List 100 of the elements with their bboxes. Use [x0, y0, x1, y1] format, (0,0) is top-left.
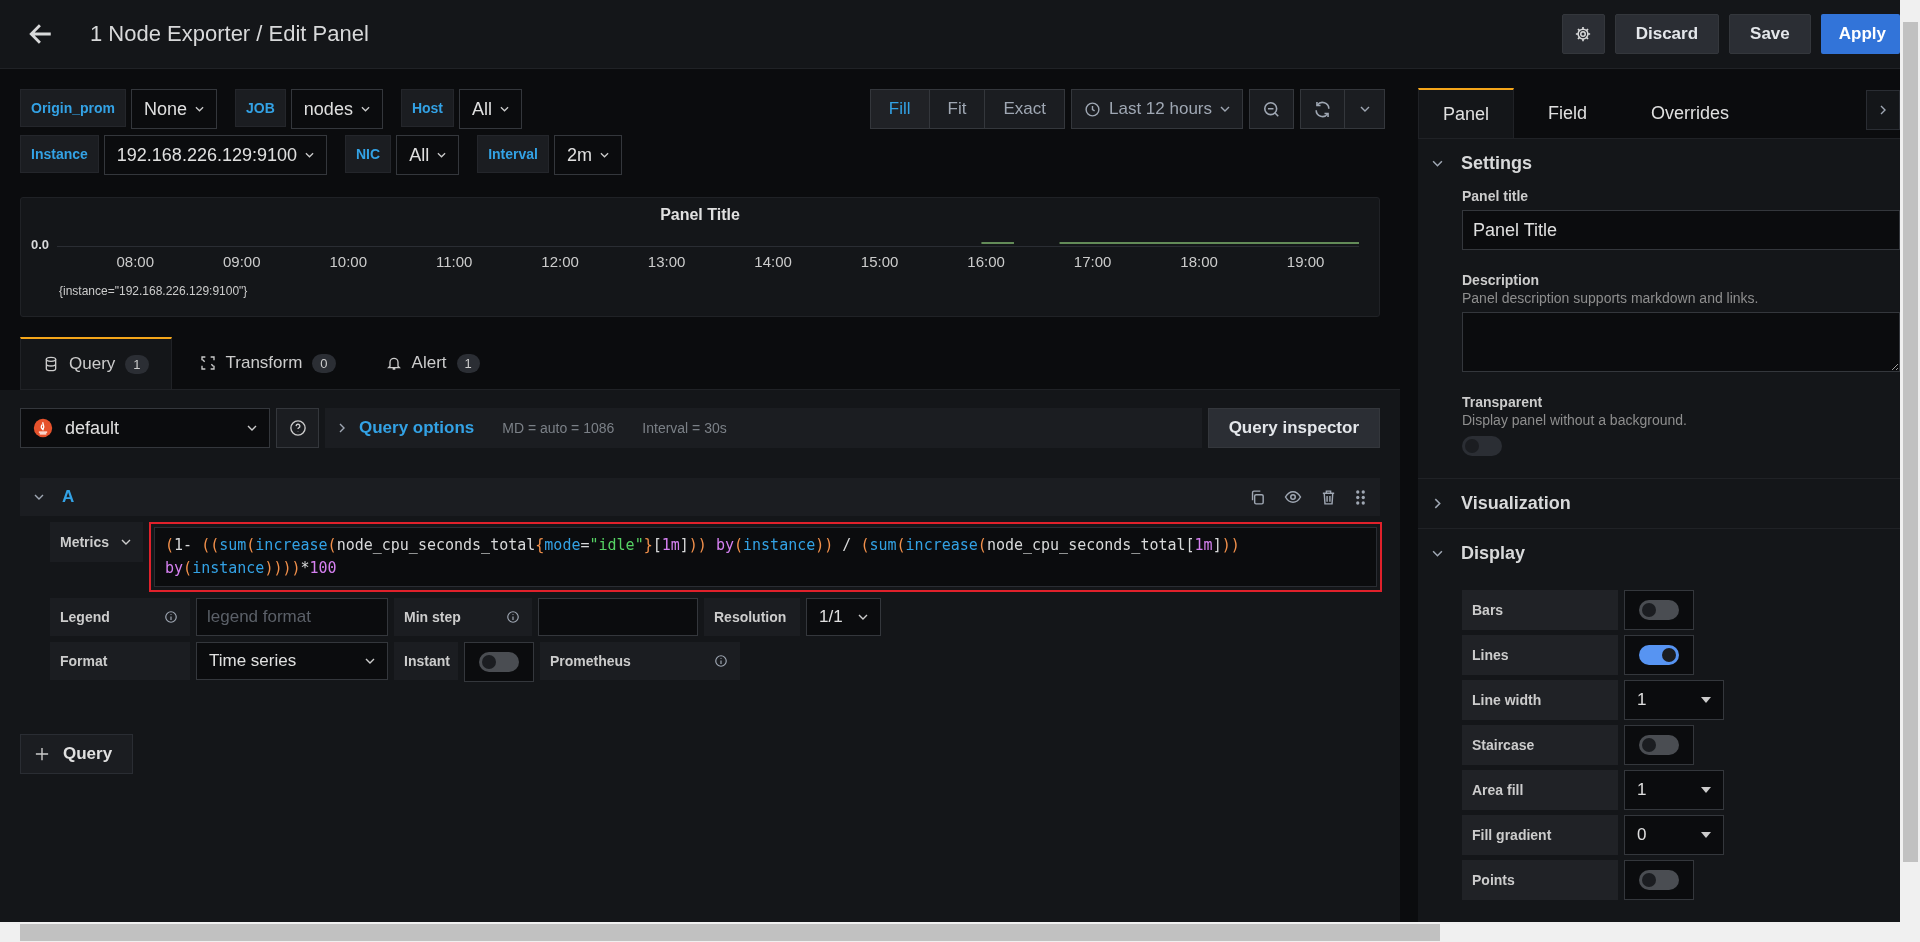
x-axis-tick: 10:00: [329, 253, 367, 270]
x-axis-tick: 17:00: [1073, 253, 1112, 270]
zoom-mode-button[interactable]: Fill: [870, 90, 930, 128]
section-header[interactable]: Visualization: [1418, 479, 1587, 528]
caret-icon: [305, 152, 314, 158]
variable-select[interactable]: 2m: [553, 135, 622, 175]
caret-icon: [1220, 106, 1230, 112]
variable-select[interactable]: All: [459, 89, 523, 129]
x-axis-tick: 14:00: [754, 253, 792, 270]
chevron-right-icon: [339, 423, 345, 433]
legend-input[interactable]: legend format: [196, 598, 388, 636]
option-label: Area fill: [1462, 770, 1618, 810]
drag-handle-icon[interactable]: [1355, 488, 1366, 506]
min-step-input[interactable]: [538, 598, 698, 636]
header-button[interactable]: Save: [1729, 14, 1811, 54]
caret-icon: [360, 106, 370, 112]
field-hint: Panel description supports markdown and links.: [1462, 290, 1759, 306]
refresh-button[interactable]: [1300, 89, 1345, 129]
editor-tab[interactable]: Query 1: [20, 337, 172, 389]
option-toggle[interactable]: [1639, 645, 1679, 665]
horizontal-scrollbar[interactable]: [0, 922, 1920, 942]
header-button[interactable]: Discard: [1614, 14, 1720, 54]
zoom-mode-button[interactable]: Fit: [929, 90, 986, 128]
editor-tab[interactable]: Transform 0: [177, 337, 358, 389]
max-data-points-info: MD = auto = 1086: [502, 420, 615, 436]
variable-label: Instance: [20, 135, 99, 173]
collapse-panel-button[interactable]: [1866, 90, 1900, 130]
x-axis-tick: 11:00: [435, 253, 473, 270]
time-range-picker[interactable]: Last 12 hours: [1071, 89, 1243, 129]
datasource-select[interactable]: default: [20, 408, 270, 448]
settings-icon: [1574, 25, 1593, 43]
transparent-toggle[interactable]: [1462, 436, 1502, 456]
field-label: Transparent: [1462, 394, 1543, 410]
option-select[interactable]: 1: [1624, 770, 1724, 810]
option-label: Fill gradient: [1462, 815, 1618, 855]
metrics-dropdown[interactable]: Metrics: [50, 522, 144, 562]
x-axis-tick: 19:00: [1286, 253, 1325, 270]
field-hint: Display panel without a background.: [1462, 412, 1687, 428]
refresh-icon: [1313, 99, 1332, 119]
variable-label: Origin_prom: [20, 89, 126, 127]
options-tab[interactable]: Panel: [1418, 88, 1515, 138]
variable-select[interactable]: 192.168.226.129:9100: [103, 135, 327, 175]
vertical-scrollbar[interactable]: [1900, 0, 1920, 922]
caret-icon: [195, 106, 205, 112]
trash-icon[interactable]: [1320, 488, 1337, 506]
variable-label: JOB: [235, 89, 286, 127]
x-axis-tick: 12:00: [541, 253, 579, 270]
resolution-select[interactable]: 1/1: [806, 598, 881, 636]
help-icon: [288, 419, 307, 437]
option-toggle[interactable]: [1639, 870, 1679, 890]
panel-title-input[interactable]: Panel Title: [1462, 210, 1900, 250]
caret-icon: [1701, 832, 1711, 838]
chevron-icon: [1432, 160, 1443, 167]
section-header[interactable]: Display: [1418, 529, 1542, 578]
x-axis-tick: 13:00: [647, 253, 686, 270]
instant-toggle[interactable]: [479, 652, 519, 672]
eye-icon[interactable]: [1284, 488, 1302, 506]
variable-select[interactable]: All: [396, 135, 460, 175]
variable-label: NIC: [345, 135, 392, 173]
options-tab[interactable]: Field: [1514, 88, 1618, 138]
transform-icon: [199, 355, 216, 371]
datasource-type-label: Prometheus: [550, 653, 631, 669]
option-label: Staircase: [1462, 725, 1618, 765]
option-toggle[interactable]: [1639, 735, 1679, 755]
query-options-link[interactable]: Query options: [359, 418, 475, 438]
option-select[interactable]: 0: [1624, 815, 1724, 855]
query-inspector-button[interactable]: Query inspector: [1207, 408, 1380, 448]
caret-icon: [1359, 106, 1370, 112]
duplicate-icon[interactable]: [1249, 488, 1266, 506]
database-icon: [43, 356, 59, 372]
settings-button[interactable]: [1561, 14, 1605, 54]
instant-label: Instant: [394, 642, 458, 680]
header-button[interactable]: Apply: [1820, 14, 1900, 54]
page-title: 1 Node Exporter / Edit Panel: [90, 21, 369, 47]
variable-select[interactable]: None: [131, 89, 218, 129]
option-toggle[interactable]: [1639, 600, 1679, 620]
caret-icon: [1701, 787, 1711, 793]
description-textarea[interactable]: [1462, 312, 1900, 372]
format-select[interactable]: Time series: [196, 642, 388, 680]
options-tab[interactable]: Overrides: [1617, 88, 1760, 138]
option-label: Bars: [1462, 590, 1618, 630]
panel-title: Panel Title: [659, 206, 741, 224]
help-button[interactable]: [276, 408, 319, 448]
query-options-bar[interactable]: Query options MD = auto = 1086 Interval = 30s: [325, 408, 1202, 448]
query-ref-id: A: [62, 487, 75, 507]
zoom-mode-button[interactable]: Exact: [985, 90, 1064, 128]
add-query-button[interactable]: Query: [20, 734, 134, 774]
legend-label: Legend: [60, 609, 110, 625]
option-label: Lines: [1462, 635, 1618, 675]
field-label: Description: [1462, 272, 1539, 288]
query-editor[interactable]: (1- ((sum(increase(node_cpu_seconds_total{mode="idle"}[1m])) by(instance)) / (sum(increase(node_cpu_seconds_total[1m])) by(instance))))*100: [154, 527, 1377, 587]
caret-icon: [858, 614, 868, 620]
editor-tab[interactable]: Alert 1: [363, 337, 502, 389]
option-select[interactable]: 1: [1624, 680, 1724, 720]
section-header[interactable]: Settings: [1418, 139, 1548, 188]
variable-select[interactable]: nodes: [290, 89, 383, 129]
chevron-down-icon: [34, 494, 44, 500]
legend-item[interactable]: {instance="192.168.226.129:9100"}: [59, 284, 248, 298]
zoom-out-button[interactable]: [1249, 89, 1294, 129]
query-row-header[interactable]: A: [20, 478, 1380, 516]
